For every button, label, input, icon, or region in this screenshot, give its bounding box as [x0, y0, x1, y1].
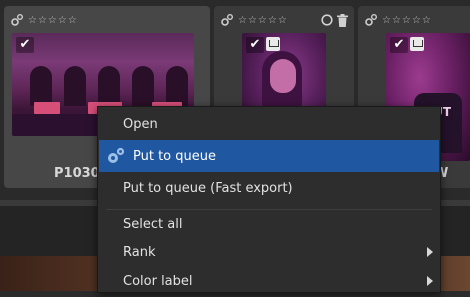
- gears-icon: [105, 145, 127, 171]
- rating-stars[interactable]: ☆☆☆☆☆: [238, 15, 288, 26]
- menu-item-label: Select all: [123, 216, 183, 232]
- menu-item-color-label[interactable]: Color label: [99, 265, 439, 297]
- menu-item-put-to-queue-fast[interactable]: Put to queue (Fast export): [99, 172, 439, 204]
- photo-detail: [98, 66, 120, 106]
- menu-item-label: Color label: [123, 273, 193, 289]
- menu-item-put-to-queue[interactable]: Put to queue: [99, 140, 439, 172]
- photo-detail: [270, 59, 296, 93]
- submenu-arrow-icon: [427, 276, 433, 286]
- checkmark-icon[interactable]: ✔: [246, 37, 264, 53]
- trash-icon[interactable]: [337, 13, 348, 27]
- menu-item-label: Rank: [123, 244, 156, 260]
- menu-item-label: Open: [123, 116, 158, 132]
- photo-detail: [166, 66, 188, 106]
- checkmark-icon[interactable]: ✔: [390, 37, 408, 53]
- thumbnail-toolbar: ☆☆☆☆☆: [220, 12, 348, 28]
- submenu-arrow-icon: [427, 247, 433, 257]
- gears-icon[interactable]: [364, 13, 378, 27]
- thumbnail-toolbar: ☆☆☆☆☆: [364, 12, 470, 28]
- filename-label: P1030: [54, 166, 100, 181]
- gears-icon[interactable]: [10, 13, 24, 27]
- rating-stars[interactable]: ☆☆☆☆☆: [28, 15, 78, 26]
- photo-detail: [34, 102, 60, 114]
- gears-icon[interactable]: [220, 13, 234, 27]
- photo-detail: [30, 66, 52, 106]
- export-queue-icon: [266, 37, 280, 51]
- context-menu: Open Put to queue Put to queue (Fast exp…: [97, 106, 441, 293]
- menu-item-rank[interactable]: Rank: [99, 236, 439, 268]
- menu-item-label: Put to queue: [133, 148, 216, 164]
- menu-item-label: Put to queue (Fast export): [123, 180, 293, 196]
- circle-icon[interactable]: [321, 14, 333, 26]
- photo-detail: [132, 66, 154, 106]
- menu-item-open[interactable]: Open: [99, 108, 439, 140]
- thumbnail-toolbar: ☆☆☆☆☆: [10, 12, 204, 28]
- photo-detail: [64, 66, 86, 106]
- checkmark-icon[interactable]: ✔: [16, 37, 34, 53]
- rating-stars[interactable]: ☆☆☆☆☆: [382, 15, 432, 26]
- export-queue-icon: [410, 37, 424, 51]
